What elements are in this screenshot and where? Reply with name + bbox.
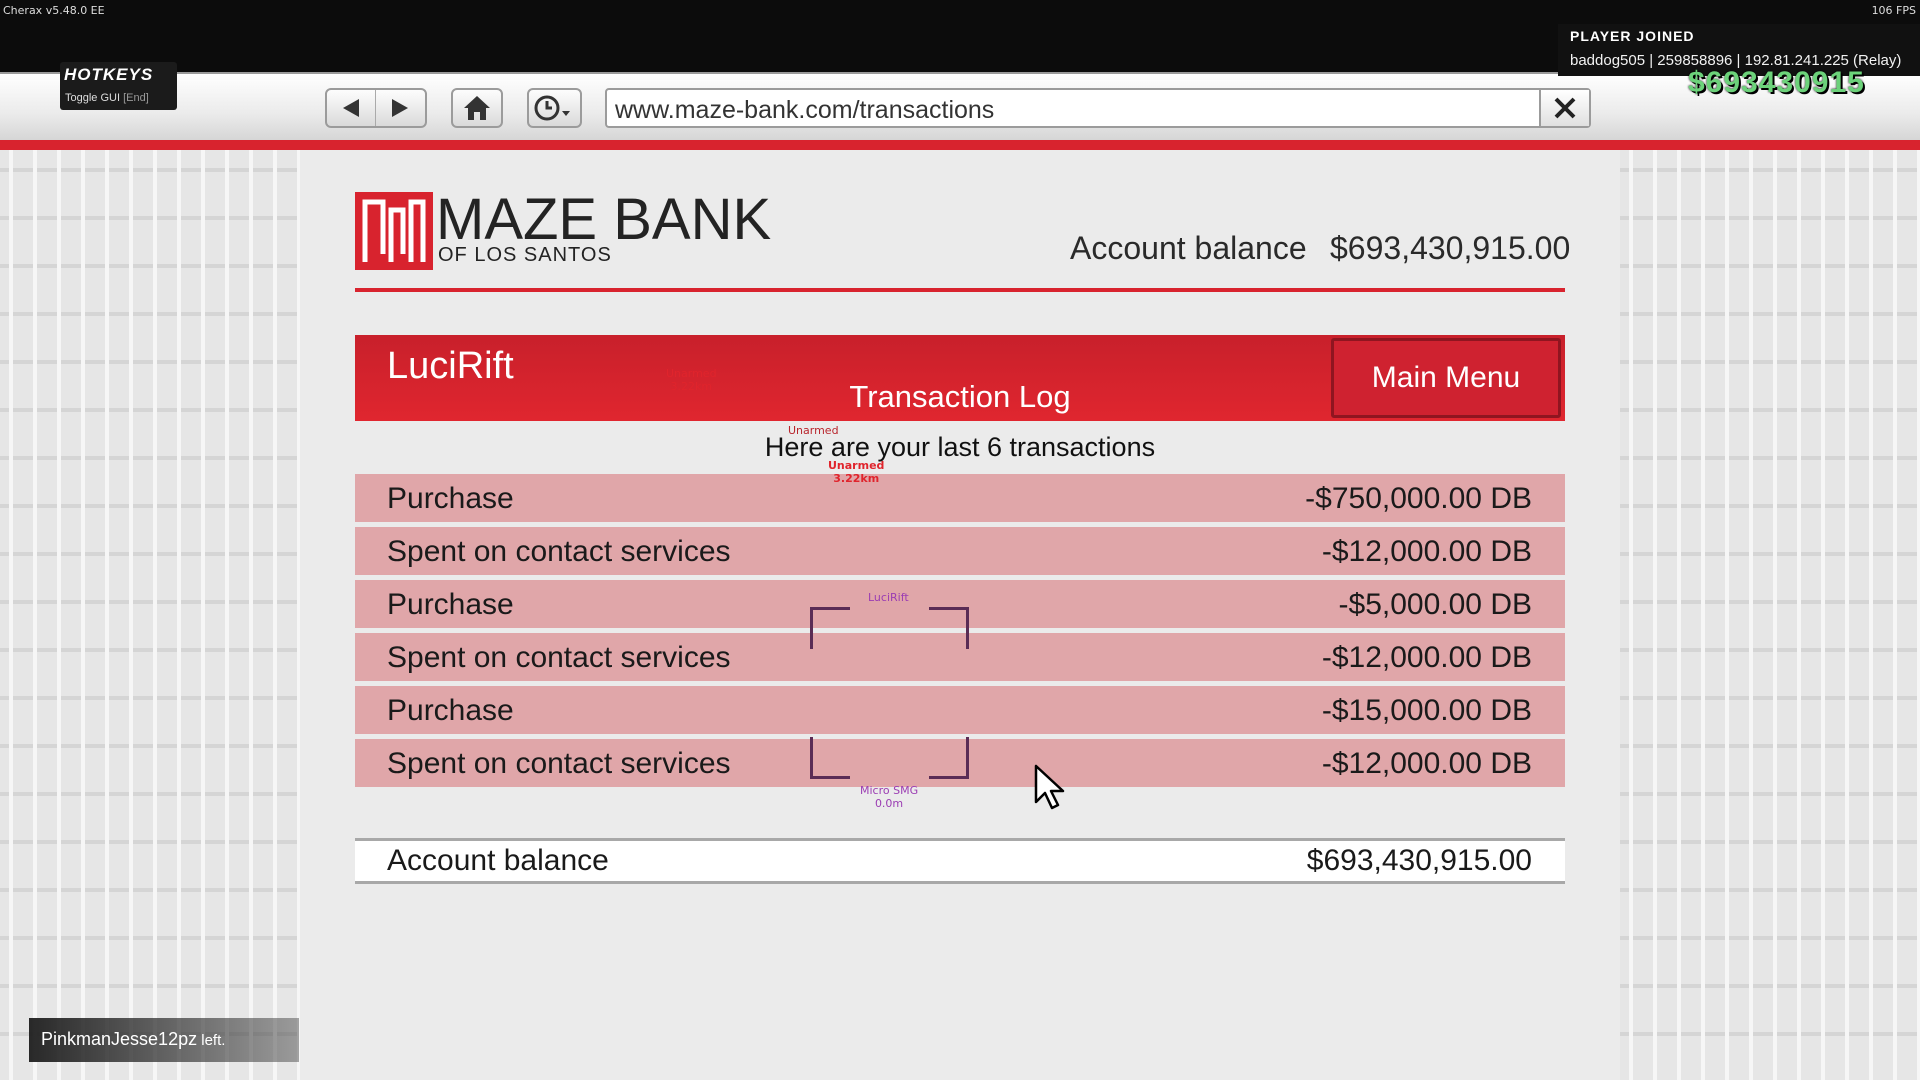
fps-counter: 106 FPS <box>1871 4 1916 17</box>
address-bar[interactable]: www.maze-bank.com/transactions <box>605 88 1591 128</box>
hotkeys-panel: HOTKEYS Toggle GUI [End] <box>60 62 177 110</box>
crosshair-corner-bl <box>810 737 850 779</box>
hotkeys-toggle-hint: Toggle GUI [End] <box>65 92 149 104</box>
transaction-description: Purchase <box>387 694 514 727</box>
hotkeys-title: HOTKEYS <box>64 65 154 84</box>
esp-weapon: Unarmed <box>788 424 839 437</box>
player-left-name: PinkmanJesse12pz <box>41 1029 198 1049</box>
history-button[interactable] <box>529 90 577 126</box>
crosshair-corner-tr <box>929 607 969 649</box>
crosshair-corner-br <box>929 737 969 779</box>
transaction-title-bar: LuciRift Transaction Log Main Menu <box>355 335 1565 421</box>
esp-weapon: Unarmed <box>828 459 885 472</box>
transactions-summary: Here are your last 6 transactions <box>764 432 1156 462</box>
transaction-amount: -$15,000.00 DB <box>1321 694 1532 727</box>
player-left-message: PinkmanJesse12pz left. <box>41 1029 225 1050</box>
home-group <box>451 88 503 128</box>
browser-toolbar: www.maze-bank.com/transactions <box>0 72 1920 140</box>
hotkeys-toggle-label: Toggle GUI <box>65 92 121 104</box>
transaction-amount: -$12,000.00 DB <box>1321 535 1532 568</box>
player-left-feed: PinkmanJesse12pz left. <box>29 1018 299 1062</box>
header-balance-label: Account balance <box>1070 230 1307 266</box>
esp-self-info: Micro SMG 0.0m <box>860 784 918 810</box>
transaction-row: Purchase -$750,000.00 DB <box>355 474 1565 522</box>
history-clock-icon <box>534 95 570 121</box>
transaction-row: Spent on contact services -$12,000.00 DB <box>355 527 1565 575</box>
back-button[interactable] <box>327 90 375 126</box>
esp-tag-player: Unarmed <box>788 424 839 437</box>
player-left-suffix: left. <box>197 1032 226 1049</box>
home-button[interactable] <box>453 90 501 126</box>
esp-weapon: Unarmed <box>666 367 717 380</box>
money-hud: $693430915 <box>1688 66 1865 99</box>
history-group <box>527 88 582 128</box>
footer-balance-label: Account balance <box>387 844 609 877</box>
main-menu-button[interactable]: Main Menu <box>1331 338 1561 418</box>
transaction-amount: -$12,000.00 DB <box>1321 747 1532 780</box>
notification-title: PLAYER JOINED <box>1570 28 1695 44</box>
transaction-description: Spent on contact services <box>387 747 731 780</box>
back-forward-group <box>325 88 427 128</box>
footer-balance-box: Account balance $693,430,915.00 <box>355 838 1565 884</box>
url-text: www.maze-bank.com/transactions <box>615 96 995 124</box>
close-page-button[interactable] <box>1539 90 1589 126</box>
close-icon <box>1554 97 1576 119</box>
home-icon <box>464 96 490 120</box>
crosshair-corner-tl <box>810 607 850 649</box>
transaction-amount: -$5,000.00 DB <box>1338 588 1532 621</box>
mouse-cursor-icon <box>1034 764 1065 810</box>
esp-tag-player: Unarmed 3.22km <box>828 459 884 485</box>
esp-distance: 3.22km <box>833 472 880 485</box>
maze-bank-logo-icon <box>355 192 433 270</box>
forward-button[interactable] <box>375 90 423 126</box>
esp-distance: 3.22km <box>670 380 713 393</box>
header-red-stripe <box>0 140 1920 150</box>
transaction-amount: -$750,000.00 DB <box>1305 482 1532 515</box>
esp-self-weapon: Micro SMG <box>860 784 919 797</box>
header-balance-value: $693,430,915.00 <box>1330 230 1571 266</box>
bank-name: MAZE BANK <box>436 187 772 252</box>
bank-subtitle: OF LOS SANTOS <box>438 244 612 266</box>
right-pattern-panel <box>1620 150 1920 1080</box>
esp-self-name: LuciRift <box>868 591 909 604</box>
forward-arrow-icon <box>391 99 408 117</box>
esp-self-distance: 0.0m <box>874 797 904 810</box>
left-pattern-panel <box>0 150 300 1080</box>
transaction-row: Purchase -$15,000.00 DB <box>355 686 1565 734</box>
transaction-description: Spent on contact services <box>387 535 731 568</box>
transaction-description: Spent on contact services <box>387 641 731 674</box>
footer-balance-value: $693,430,915.00 <box>1306 844 1532 877</box>
transaction-description: Purchase <box>387 588 514 621</box>
mod-menu-title: Cherax v5.48.0 EE <box>3 4 105 17</box>
hotkeys-key: [End] <box>123 92 149 104</box>
back-arrow-icon <box>343 99 359 117</box>
esp-tag-player: Unarmed 3.22km <box>666 367 717 393</box>
transaction-amount: -$12,000.00 DB <box>1321 641 1532 674</box>
header-divider <box>355 288 1565 292</box>
transaction-description: Purchase <box>387 482 514 515</box>
